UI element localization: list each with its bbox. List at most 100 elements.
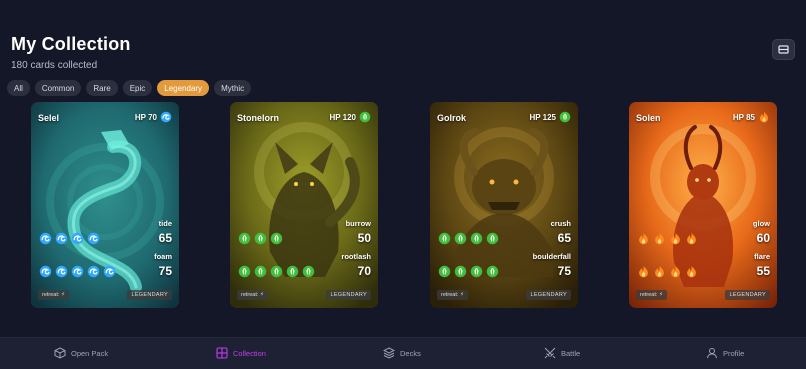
leaf-icon (254, 265, 267, 278)
nav-collection[interactable]: Collection (216, 347, 266, 359)
card-hp: HP 70 (135, 111, 172, 123)
filter-rare[interactable]: Rare (86, 80, 118, 96)
rarity-filter-bar: All Common Rare Epic Legendary Mythic (7, 80, 252, 96)
nav-label: Battle (561, 348, 581, 358)
move-1-energy-cost (39, 232, 100, 245)
leaf-icon (454, 232, 467, 245)
card-selel[interactable]: Selel HP 70 tide 65 foam 75 retreat: ⚡ L… (31, 102, 179, 308)
move-name: tide (158, 219, 172, 228)
move-1: crush 65 (551, 219, 571, 245)
flame-icon (653, 265, 666, 278)
leaf-icon (286, 265, 299, 278)
move-2-energy-cost (238, 265, 315, 278)
move-1-energy-cost (238, 232, 283, 245)
card-solen[interactable]: Solen HP 85 glow 60 flare 55 retreat: ⚡ … (629, 102, 777, 308)
nav-label: Open Pack (71, 348, 109, 358)
leaf-icon (270, 232, 283, 245)
leaf-icon (359, 111, 371, 123)
flame-icon (758, 111, 770, 123)
filter-common[interactable]: Common (34, 80, 82, 96)
layout-icon (778, 45, 789, 54)
flame-icon (669, 265, 682, 278)
nav-open-pack[interactable]: Open Pack (54, 347, 108, 359)
move-1: tide 65 (159, 219, 172, 245)
leaf-icon (238, 265, 251, 278)
page-header: My Collection 180 cards collected (11, 34, 131, 71)
water-icon (160, 111, 172, 123)
nav-battle[interactable]: Battle (544, 347, 580, 359)
view-toggle-button[interactable] (772, 39, 795, 60)
move-2: foam 75 (154, 252, 172, 278)
card-golrok[interactable]: Golrok HP 125 crush 65 boulderfall 75 re… (430, 102, 578, 308)
leaf-icon (470, 232, 483, 245)
retreat-cost: retreat: ⚡ (636, 290, 667, 300)
card-name: Stonelorn (237, 113, 279, 123)
flame-icon (685, 232, 698, 245)
bottom-nav: Open Pack Collection Decks Battle Profil… (0, 337, 806, 369)
card-hp: HP 85 (733, 111, 770, 123)
nav-label: Decks (400, 348, 421, 358)
move-damage: 55 (756, 264, 770, 278)
move-2-energy-cost (39, 265, 116, 278)
filter-epic[interactable]: Epic (122, 80, 153, 96)
flame-icon (685, 265, 698, 278)
flame-icon (637, 232, 650, 245)
card-stonelorn[interactable]: Stonelorn HP 120 burrow 50 rootlash 70 r… (230, 102, 378, 308)
flame-icon (637, 265, 650, 278)
leaf-icon (302, 265, 315, 278)
nav-decks[interactable]: Decks (383, 347, 421, 359)
move-1: glow 60 (753, 219, 770, 245)
page-title: My Collection (11, 34, 131, 54)
rarity-badge: LEGENDARY (326, 290, 371, 300)
move-1: burrow 50 (346, 219, 371, 245)
move-damage: 75 (158, 264, 172, 278)
water-icon (55, 265, 68, 278)
nav-profile[interactable]: Profile (706, 347, 744, 359)
filter-mythic[interactable]: Mythic (214, 80, 252, 96)
move-2-energy-cost (438, 265, 499, 278)
retreat-cost: retreat: ⚡ (38, 290, 69, 300)
card-name: Golrok (437, 113, 467, 123)
card-count: 180 cards collected (11, 60, 98, 71)
water-icon (39, 232, 52, 245)
hp-value: HP 85 (732, 112, 755, 122)
leaf-icon (486, 232, 499, 245)
card-grid: Selel HP 70 tide 65 foam 75 retreat: ⚡ L… (0, 102, 806, 308)
package-icon (54, 347, 66, 359)
leaf-icon (270, 265, 283, 278)
rarity-badge: LEGENDARY (526, 290, 571, 300)
swords-icon (544, 347, 556, 359)
card-name: Solen (636, 113, 661, 123)
water-icon (87, 265, 100, 278)
move-name: boulderfall (532, 252, 571, 261)
move-name: flare (754, 252, 770, 261)
card-hp: HP 120 (329, 111, 371, 123)
move-name: burrow (345, 219, 371, 228)
leaf-icon (238, 232, 251, 245)
move-damage: 75 (557, 264, 571, 278)
filter-all[interactable]: All (7, 80, 30, 96)
rarity-badge: LEGENDARY (127, 290, 172, 300)
flame-icon (669, 232, 682, 245)
leaf-icon (486, 265, 499, 278)
hp-value: HP 70 (134, 112, 157, 122)
user-icon (706, 347, 718, 359)
move-name: rootlash (341, 252, 371, 261)
move-name: foam (154, 252, 172, 261)
water-icon (71, 232, 84, 245)
leaf-icon (470, 265, 483, 278)
move-damage: 70 (357, 264, 371, 278)
move-damage: 60 (756, 231, 770, 245)
hp-value: HP 125 (529, 112, 556, 122)
nav-label: Collection (233, 348, 266, 358)
grid-icon (216, 347, 228, 359)
move-name: crush (550, 219, 571, 228)
filter-legendary[interactable]: Legendary (157, 80, 210, 96)
leaf-icon (454, 265, 467, 278)
move-damage: 50 (357, 231, 371, 245)
leaf-icon (254, 232, 267, 245)
rarity-badge: LEGENDARY (725, 290, 770, 300)
layers-icon (383, 347, 395, 359)
nav-label: Profile (723, 348, 745, 358)
move-name: glow (752, 219, 770, 228)
